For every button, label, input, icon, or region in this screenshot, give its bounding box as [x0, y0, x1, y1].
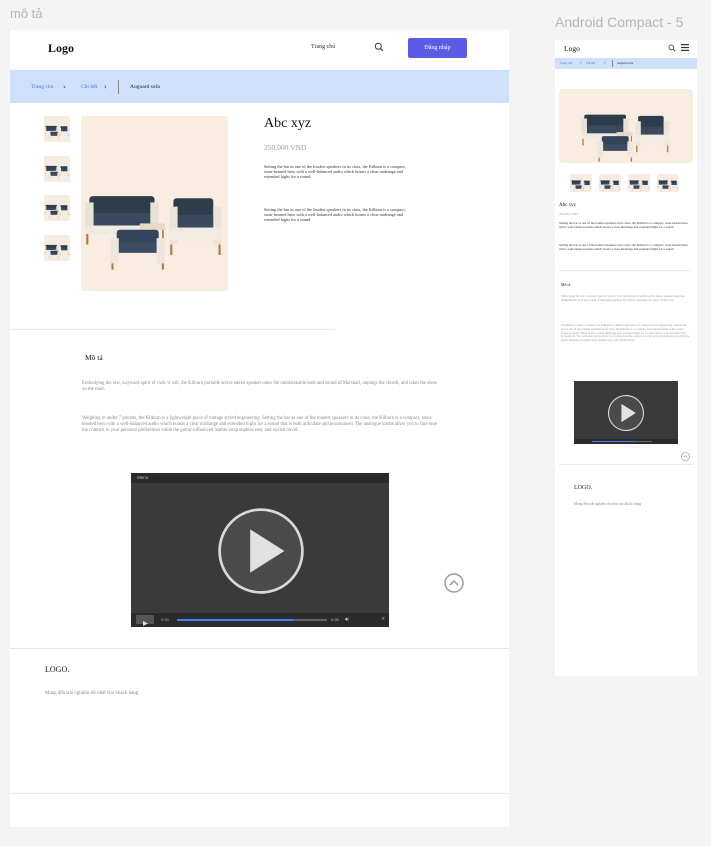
close-icon[interactable]: ×	[381, 616, 385, 622]
hamburger-menu-icon[interactable]	[681, 44, 689, 51]
product-description: Setting the bar as one of the loudest sp…	[559, 243, 689, 251]
breadcrumb-detail[interactable]: Chi tiết	[586, 61, 595, 65]
description-paragraph: Weighing in under 7 pounds, the Kilburn …	[82, 416, 437, 433]
play-icon[interactable]	[607, 394, 645, 432]
product-description: Setting the bar as one of the loudest sp…	[559, 221, 689, 229]
video-progress-bar[interactable]	[592, 441, 652, 442]
breadcrumb-detail[interactable]: Chi tiết	[81, 84, 97, 90]
search-icon[interactable]	[668, 44, 676, 52]
description-heading: Mô tả	[85, 353, 103, 362]
login-button[interactable]: Đăng nhập	[408, 38, 467, 58]
search-icon[interactable]	[374, 42, 384, 52]
product-thumbnail[interactable]	[570, 174, 592, 192]
breadcrumb-divider	[118, 80, 119, 94]
product-thumbnail[interactable]	[44, 156, 70, 182]
video-progress-bar[interactable]	[177, 619, 327, 621]
site-header: Logo Trang chủ Đăng nhập	[10, 30, 509, 70]
play-pause-button[interactable]	[136, 615, 154, 626]
breadcrumb-divider	[612, 60, 613, 67]
product-thumbnail[interactable]	[44, 195, 70, 221]
breadcrumb-current: Auguard sofa	[130, 84, 160, 90]
product-thumbnail[interactable]	[599, 174, 621, 192]
divider	[10, 793, 509, 794]
video-player[interactable]	[574, 381, 678, 444]
video-time-current: 0:00	[161, 617, 169, 622]
description-heading: Mô tả	[561, 282, 571, 287]
desktop-frame: Logo Trang chủ Đăng nhập Trang chủ › Chi…	[10, 30, 509, 827]
footer-tagline: Mang đến trải nghiệm tốt nhất cho khách …	[574, 502, 642, 506]
divider	[559, 464, 693, 465]
video-menu[interactable]: Menu	[137, 475, 148, 480]
description-paragraph: Embodying the raw, wayward spirit of roc…	[82, 381, 438, 392]
chevron-right-icon: ›	[104, 83, 107, 91]
divider	[10, 648, 509, 649]
footer-logo[interactable]: LOGO.	[45, 665, 69, 674]
description-paragraph: Weighing in under 7 pounds, the Kilburn …	[561, 323, 690, 343]
volume-icon[interactable]: 🔊︎	[345, 616, 349, 624]
frame-label-mobile: Android Compact - 5	[555, 14, 684, 30]
footer-logo[interactable]: LOGO.	[574, 485, 592, 491]
product-thumbnail[interactable]	[628, 174, 650, 192]
product-title: Abc xyz	[264, 116, 312, 131]
frame-label-desktop: mô tả	[10, 6, 43, 21]
chevron-right-icon: ›	[580, 60, 582, 65]
video-topbar: Menu	[131, 473, 389, 483]
breadcrumb-home[interactable]: Trang chủ	[31, 84, 53, 90]
logo[interactable]: Logo	[48, 41, 74, 56]
play-icon[interactable]	[216, 506, 306, 596]
chevron-right-icon: ›	[604, 60, 606, 65]
video-controls: 0:00 0:26 🔊︎ ×	[131, 613, 389, 627]
mobile-frame: Logo Trang chủ › Chi tiết › Auguard sofa…	[555, 40, 697, 676]
breadcrumb-current: Auguard sofa	[617, 61, 634, 65]
video-time-total: 0:26	[331, 617, 339, 622]
scroll-to-top-icon[interactable]	[681, 452, 690, 461]
video-progress-fill	[592, 441, 636, 442]
product-price: 250,000 VND	[264, 143, 307, 152]
logo[interactable]: Logo	[564, 44, 580, 53]
video-progress-fill	[177, 619, 293, 621]
breadcrumb-home[interactable]: Trang chủ	[560, 61, 572, 65]
nav-link-home[interactable]: Trang chủ	[311, 44, 335, 50]
product-main-image	[81, 116, 228, 291]
divider	[559, 270, 691, 271]
product-thumbnail[interactable]	[44, 116, 70, 142]
chevron-right-icon: ›	[63, 83, 66, 91]
breadcrumb: Trang chủ › Chi tiết › Auguard sofa	[555, 58, 697, 69]
video-player[interactable]: Menu 0:00 0:26 🔊︎ ×	[131, 473, 389, 627]
product-thumbnail[interactable]	[44, 235, 70, 261]
description-paragraph: Embodying the raw, wayward spirit of roc…	[561, 294, 685, 302]
product-description: Setting the bar as one of the loudest sp…	[264, 164, 406, 180]
product-price: 250,000 VND	[559, 212, 578, 216]
product-title: Abc xyz	[559, 203, 576, 208]
product-thumbnail[interactable]	[657, 174, 679, 192]
product-description: Setting the bar as one of the loudest sp…	[264, 207, 406, 223]
video-controls	[574, 439, 678, 444]
footer-tagline: Mang đến trải nghiệm tốt nhất cho khách …	[45, 691, 139, 696]
divider	[10, 329, 335, 330]
breadcrumb: Trang chủ › Chi tiết › Auguard sofa	[10, 70, 509, 103]
scroll-to-top-icon[interactable]	[444, 573, 464, 593]
product-main-image	[559, 89, 693, 163]
